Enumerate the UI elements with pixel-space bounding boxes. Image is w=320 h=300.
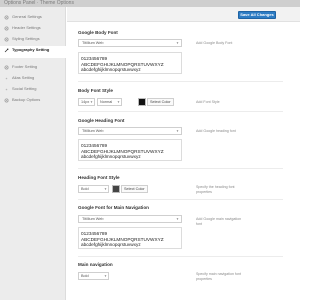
nav-style-title: Main navigation <box>78 262 113 267</box>
body-color-swatch[interactable] <box>138 98 146 106</box>
body-style-title: Body Font Style <box>78 88 113 93</box>
heading-font-weight-select[interactable]: Bold ▼ <box>78 185 109 193</box>
sidebar-item-social-setting[interactable]: Social Setting <box>4 85 36 94</box>
chevron-down-icon: ▼ <box>90 100 93 104</box>
heading-style-desc: Specify the heading font properties <box>196 185 235 194</box>
sidebar-item-label: Header Settings <box>12 25 41 30</box>
gear-icon <box>4 26 9 31</box>
chevron-down-icon: ▼ <box>104 187 107 191</box>
heading-font-preview: 0123456789 ABCDEFGHIJKLMNOPQRSTUVWXYZ ab… <box>78 139 182 161</box>
chevron-down-icon: ▼ <box>117 100 120 104</box>
chevron-down-icon: ▼ <box>176 217 179 221</box>
brush-icon <box>4 48 9 53</box>
heading-font-desc: Add Google heading font <box>196 129 236 133</box>
nav-font-value: Titillium Web <box>82 217 104 221</box>
typography-options-panel: Google Body Font Titillium Web ▼ Add Goo… <box>67 22 300 300</box>
nav-font-preview: 0123456789 ABCDEFGHIJKLMNOPQRSTUVWXYZ ab… <box>78 227 182 249</box>
sidebar-item-label: Alias Setting <box>12 75 35 80</box>
body-font-size-select[interactable]: 14px ▼ <box>78 98 95 106</box>
heading-color-swatch[interactable] <box>112 185 120 193</box>
body-font-weight-value: Normal <box>100 100 113 104</box>
nav-font-select[interactable]: Titillium Web ▼ <box>78 215 182 223</box>
window-titlebar: Options Panel · Theme Options <box>0 0 300 7</box>
options-header: Save All Changes <box>67 7 300 22</box>
heading-font-select[interactable]: Titillium Web ▼ <box>78 127 182 135</box>
sidebar-item-typography-setting[interactable]: Typography Setting <box>0 46 66 58</box>
nav-font-desc: Add Google main navigation font <box>196 217 242 226</box>
body-font-title: Google Body Font <box>78 30 118 35</box>
sidebar-item-label: Backup Options <box>12 97 41 102</box>
sidebar-item-alias-setting[interactable]: Alias Setting <box>4 74 34 83</box>
sidebar-item-label: General Settings <box>12 14 42 19</box>
heading-style-title: Heading Font Style <box>78 175 120 180</box>
body-select-color-button[interactable]: Select Color <box>147 98 174 106</box>
window-title: Options Panel · Theme Options <box>4 0 74 6</box>
heading-font-title: Google Heading Font <box>78 118 125 123</box>
sidebar-item-general-settings[interactable]: General Settings <box>4 13 42 22</box>
sidebar-item-label: Typography Setting <box>12 47 50 52</box>
sidebar-item-label: Styling Settings <box>12 36 40 41</box>
preview-lowercase: abcdefghijklmnopqrstuvwxyz <box>81 154 141 160</box>
sidebar: General Settings Header Settings Styling… <box>0 7 66 300</box>
nav-font-weight-select[interactable]: Bold ▼ <box>78 272 109 280</box>
sidebar-item-header-settings[interactable]: Header Settings <box>4 24 41 33</box>
gear-icon <box>4 15 9 20</box>
body-font-preview: 0123456789 ABCDEFGHIJKLMNOPQRSTUVWXYZ ab… <box>78 52 182 74</box>
sidebar-item-footer-setting[interactable]: Footer Setting <box>4 63 37 72</box>
gear-icon <box>4 37 9 42</box>
heading-select-color-button[interactable]: Select Color <box>121 185 148 193</box>
nav-style-desc: Specify main navigation font properties <box>196 272 241 281</box>
body-font-select[interactable]: Titillium Web ▼ <box>78 39 182 47</box>
gear-icon <box>4 98 9 103</box>
chevron-down-icon: ▼ <box>104 274 107 278</box>
body-style-desc: Add Font Style <box>196 100 220 104</box>
body-font-size-value: 14px <box>81 100 90 104</box>
body-font-weight-select[interactable]: Normal ▼ <box>97 98 122 106</box>
sidebar-item-label: Social Setting <box>12 86 37 91</box>
preview-lowercase: abcdefghijklmnopqrstuvwxyz <box>81 67 141 73</box>
nav-font-title: Google Font for Main Navigation <box>78 205 149 210</box>
bullet-icon <box>5 88 8 91</box>
body-font-desc: Add Google Body Font <box>196 41 233 45</box>
bullet-icon <box>5 77 8 80</box>
sidebar-item-styling-settings[interactable]: Styling Settings <box>4 35 40 44</box>
save-all-changes-button[interactable]: Save All Changes <box>238 11 276 19</box>
heading-font-weight-value: Bold <box>81 187 89 191</box>
section-divider <box>78 199 283 200</box>
section-divider <box>78 81 283 82</box>
heading-font-value: Titillium Web <box>82 129 104 133</box>
sidebar-item-label: Footer Setting <box>12 64 38 69</box>
sidebar-item-backup-options[interactable]: Backup Options <box>4 96 40 105</box>
gear-icon <box>4 65 9 70</box>
chevron-down-icon: ▼ <box>176 41 179 45</box>
nav-font-weight-value: Bold <box>81 274 89 278</box>
chevron-down-icon: ▼ <box>176 129 179 133</box>
preview-lowercase: abcdefghijklmnopqrstuvwxyz <box>81 242 141 248</box>
section-divider <box>78 256 283 257</box>
section-divider <box>78 111 283 112</box>
section-divider <box>78 168 283 169</box>
body-font-value: Titillium Web <box>82 41 104 45</box>
